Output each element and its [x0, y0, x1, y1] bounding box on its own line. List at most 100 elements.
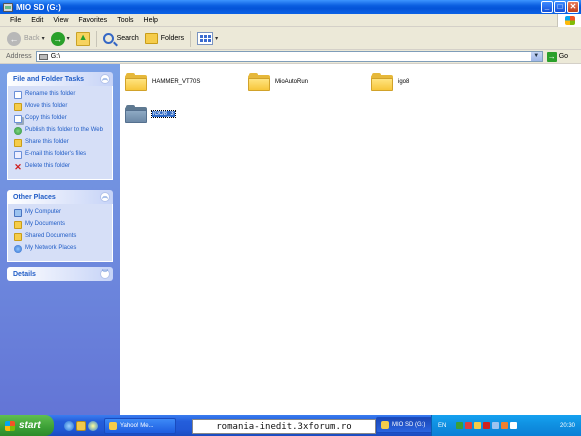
task-publish-folder[interactable]: Publish this folder to the Web — [14, 127, 107, 135]
folder-item[interactable]: igo8 — [371, 73, 409, 91]
move-icon — [14, 103, 22, 111]
go-label: Go — [558, 53, 569, 60]
taskbar-button-label: MIO SD (G:) — [392, 422, 426, 428]
other-places-header[interactable]: Other Places ︽ — [7, 190, 113, 204]
taskbar-button-label: Yahoo! Me... — [120, 422, 154, 429]
rename-icon — [14, 91, 22, 99]
search-label: Search — [116, 35, 139, 42]
views-icon — [197, 32, 214, 45]
task-label: Copy this folder — [25, 115, 67, 121]
expand-chevron-icon[interactable]: ︾ — [100, 269, 110, 279]
file-tasks-title: File and Folder Tasks — [13, 75, 85, 83]
menu-help[interactable]: Help — [139, 17, 163, 24]
watermark-text: romania-inedit.3xforum.ro — [192, 419, 376, 434]
place-label: My Computer — [25, 209, 62, 215]
place-shared-documents[interactable]: Shared Documents — [14, 233, 107, 241]
task-label: Move this folder — [25, 103, 68, 109]
language-indicator[interactable]: EN — [438, 423, 446, 429]
windows-flag-icon — [5, 420, 15, 431]
update-icon[interactable] — [501, 422, 509, 429]
minimize-button[interactable]: _ — [541, 1, 553, 13]
folder-item[interactable]: MioAutoRun — [248, 73, 308, 91]
task-label: Share this folder — [25, 139, 69, 145]
internet-explorer-icon[interactable] — [64, 420, 74, 431]
file-tasks-header[interactable]: File and Folder Tasks ︽ — [7, 72, 113, 86]
go-button[interactable]: → Go — [546, 51, 569, 62]
views-dropdown-icon[interactable]: ▾ — [215, 35, 218, 42]
network-status-icon[interactable] — [456, 422, 464, 429]
up-button[interactable] — [73, 30, 93, 48]
media-player-icon[interactable] — [88, 420, 98, 431]
close-button[interactable]: ✕ — [567, 1, 579, 13]
folder-up-icon — [75, 31, 90, 46]
collapse-chevron-icon[interactable]: ︽ — [100, 192, 110, 202]
safely-remove-icon[interactable] — [510, 422, 518, 429]
menu-view[interactable]: View — [48, 17, 73, 24]
show-desktop-icon[interactable] — [76, 420, 86, 431]
menu-favorites[interactable]: Favorites — [73, 17, 112, 24]
security-alert-icon[interactable] — [483, 422, 491, 429]
folders-button[interactable]: Folders — [142, 30, 187, 48]
task-share-folder[interactable]: Share this folder — [14, 139, 107, 147]
menu-file[interactable]: File — [0, 17, 26, 24]
task-label: Publish this folder to the Web — [25, 127, 103, 133]
taskbar-button-yahoo[interactable]: Yahoo! Me... — [104, 417, 176, 434]
drive-icon — [38, 53, 48, 60]
details-panel: Details ︾ — [7, 267, 113, 281]
back-arrow-icon: ← — [7, 31, 21, 46]
volume-icon[interactable] — [492, 422, 500, 429]
place-my-computer[interactable]: My Computer — [14, 209, 107, 217]
forward-button[interactable]: → ▾ — [48, 30, 73, 48]
go-arrow-icon: → — [546, 51, 557, 62]
clock[interactable]: 20:30 — [560, 423, 575, 429]
address-field[interactable]: ▼ — [35, 51, 543, 62]
place-label: My Network Places — [25, 245, 77, 251]
start-button[interactable]: start — [0, 415, 54, 436]
search-button[interactable]: Search — [100, 30, 142, 48]
back-dropdown-icon[interactable]: ▾ — [42, 35, 45, 42]
views-button[interactable]: ▾ — [194, 30, 221, 48]
shared-documents-icon — [14, 233, 22, 241]
address-input[interactable] — [50, 53, 521, 60]
menu-tools[interactable]: Tools — [112, 17, 138, 24]
address-dropdown-icon[interactable]: ▼ — [530, 52, 542, 61]
task-copy-folder[interactable]: Copy this folder — [14, 115, 107, 123]
maximize-button[interactable]: □ — [554, 1, 566, 13]
folder-icon — [248, 73, 270, 91]
place-my-documents[interactable]: My Documents — [14, 221, 107, 229]
antivirus-icon[interactable] — [465, 422, 473, 429]
folder-item[interactable]: HAMMER_VT70S — [125, 73, 200, 91]
other-places-title: Other Places — [13, 193, 56, 201]
delete-icon: ✕ — [14, 162, 22, 172]
folder-name: HAMMER_VT70S — [152, 79, 201, 85]
address-bar: Address ▼ → Go — [0, 50, 581, 64]
other-places-list: My Computer My Documents Shared Document… — [7, 204, 113, 262]
window-controls: _ □ ✕ — [541, 1, 579, 13]
forward-dropdown-icon[interactable]: ▾ — [67, 35, 70, 42]
system-tray: EN 20:30 — [431, 415, 581, 436]
menu-bar: File Edit View Favorites Tools Help — [0, 14, 581, 27]
folder-name: iGO8_3 — [151, 110, 176, 118]
collapse-chevron-icon[interactable]: ︽ — [100, 74, 110, 84]
task-email-files[interactable]: E-mail this folder's files — [14, 151, 107, 159]
task-move-folder[interactable]: Move this folder — [14, 103, 107, 111]
tray-icons — [456, 422, 518, 429]
folder-item-selected[interactable]: iGO8_3 — [125, 105, 176, 123]
toolbar: ← Back ▾ → ▾ Search Folders ▾ — [0, 28, 581, 50]
globe-icon — [14, 127, 22, 135]
folder-icon — [381, 421, 389, 429]
folder-name: igo8 — [398, 79, 410, 85]
task-delete-folder[interactable]: ✕ Delete this folder — [14, 162, 107, 172]
quick-launch — [64, 420, 98, 431]
messenger-tray-icon[interactable] — [474, 422, 482, 429]
menu-edit[interactable]: Edit — [26, 17, 48, 24]
place-label: My Documents — [25, 221, 66, 227]
folder-name: MioAutoRun — [275, 79, 309, 85]
details-title: Details — [13, 270, 36, 278]
back-button[interactable]: ← Back ▾ — [4, 30, 48, 48]
task-rename-folder[interactable]: Rename this folder — [14, 91, 107, 99]
details-header[interactable]: Details ︾ — [7, 267, 113, 281]
forward-arrow-icon: → — [50, 31, 65, 46]
place-network-places[interactable]: My Network Places — [14, 245, 107, 253]
file-list-view[interactable]: HAMMER_VT70S MioAutoRun igo8 iGO8_3 — [120, 64, 581, 415]
